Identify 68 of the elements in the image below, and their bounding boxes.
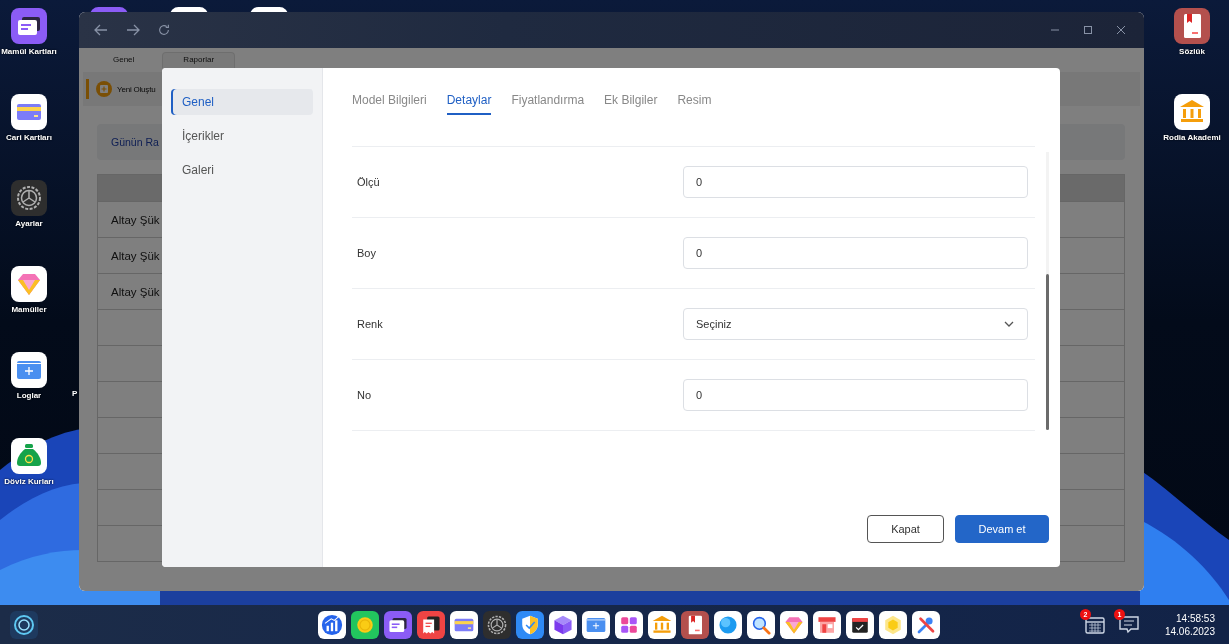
new-button[interactable]: Yeni Oluştu <box>86 79 156 99</box>
chat-icon[interactable] <box>1117 613 1140 636</box>
back-arrow-icon[interactable] <box>93 22 109 38</box>
tab[interactable]: Genel <box>97 52 151 68</box>
tab[interactable]: Resim <box>677 86 712 115</box>
tab[interactable]: Model Bilgileri <box>352 86 427 115</box>
plus-icon <box>95 80 113 98</box>
desktop-icon-label[interactable]: P <box>72 389 78 398</box>
input-field[interactable]: 0 <box>683 379 1028 411</box>
folder-icon[interactable] <box>582 610 610 639</box>
sidebar-item[interactable]: Genel <box>171 89 313 115</box>
search-icon[interactable] <box>747 610 775 639</box>
maximize-icon[interactable] <box>1083 25 1093 35</box>
cube-icon[interactable] <box>549 610 577 639</box>
desktop-icon-label[interactable]: Loglar <box>16 391 42 400</box>
bank-icon[interactable] <box>648 610 676 639</box>
continue-button[interactable]: Devam et <box>955 515 1049 543</box>
gear-icon[interactable] <box>483 610 511 639</box>
store-icon[interactable] <box>813 610 841 639</box>
gem-icon[interactable] <box>11 266 47 302</box>
gem-icon[interactable] <box>780 610 808 639</box>
dropdown[interactable]: Seçiniz <box>683 308 1028 340</box>
field-label: No <box>357 389 372 401</box>
button-label: Yeni Oluştu <box>117 84 156 94</box>
field-label: Renk <box>357 318 383 330</box>
desktop-icon-label[interactable]: Mamül Kartları <box>1 47 57 56</box>
chart-icon[interactable] <box>318 610 346 639</box>
bank-icon[interactable] <box>1174 94 1210 130</box>
gear-icon[interactable] <box>11 180 47 216</box>
credit-card-icon[interactable] <box>450 610 478 639</box>
desktop-icon-label[interactable]: Sözlük <box>1179 47 1205 56</box>
clock-date: 14.06.2023 <box>1164 625 1215 637</box>
card-title: Günün Ra <box>111 136 159 148</box>
close-button[interactable]: Kapat <box>867 515 944 543</box>
money-bag-icon[interactable] <box>11 438 47 474</box>
sidebar-item[interactable]: İçerikler <box>171 123 313 149</box>
input-field[interactable]: 0 <box>683 237 1028 269</box>
input-field[interactable]: 0 <box>683 166 1028 198</box>
table-cell: Altay Şük <box>111 249 160 262</box>
coin-icon[interactable] <box>351 610 379 639</box>
field-label: Ölçü <box>357 176 380 188</box>
book-icon[interactable] <box>681 610 709 639</box>
start-logo-icon[interactable] <box>10 610 38 639</box>
forward-arrow-icon[interactable] <box>125 22 141 38</box>
desktop-icon-label[interactable]: Rodia Akademi <box>1163 133 1221 142</box>
field-label: Boy <box>357 247 376 259</box>
desktop-icon-label[interactable]: Mamüller <box>11 305 47 314</box>
folder-icon[interactable] <box>11 352 47 388</box>
desktop-icon-label[interactable]: Cari Kartları <box>6 133 52 142</box>
tab[interactable]: Raporlar <box>162 52 236 68</box>
tab[interactable]: Ek Bilgiler <box>604 86 658 115</box>
tab[interactable]: Fiyatlandırma <box>511 86 585 115</box>
desktop-icon-label[interactable]: Ayarlar <box>15 219 43 228</box>
receipt-icon[interactable] <box>417 610 445 639</box>
reload-icon[interactable] <box>157 23 171 37</box>
close-icon[interactable] <box>1116 25 1126 35</box>
tools-icon[interactable] <box>912 610 940 639</box>
calendar-icon[interactable] <box>846 610 874 639</box>
sidebar-item[interactable]: Galeri <box>171 157 313 183</box>
shield-icon[interactable] <box>516 610 544 639</box>
tab[interactable]: Detaylar <box>446 86 492 115</box>
clock-time: 14:58:53 <box>1176 612 1215 624</box>
table-cell: Altay Şük <box>111 213 160 226</box>
book-icon[interactable] <box>1174 8 1210 44</box>
scrollbar[interactable] <box>1046 152 1049 430</box>
table-cell: Altay Şük <box>111 285 160 298</box>
desktop-icon-label[interactable]: Döviz Kurları <box>4 477 54 486</box>
credit-card-icon[interactable] <box>11 94 47 130</box>
